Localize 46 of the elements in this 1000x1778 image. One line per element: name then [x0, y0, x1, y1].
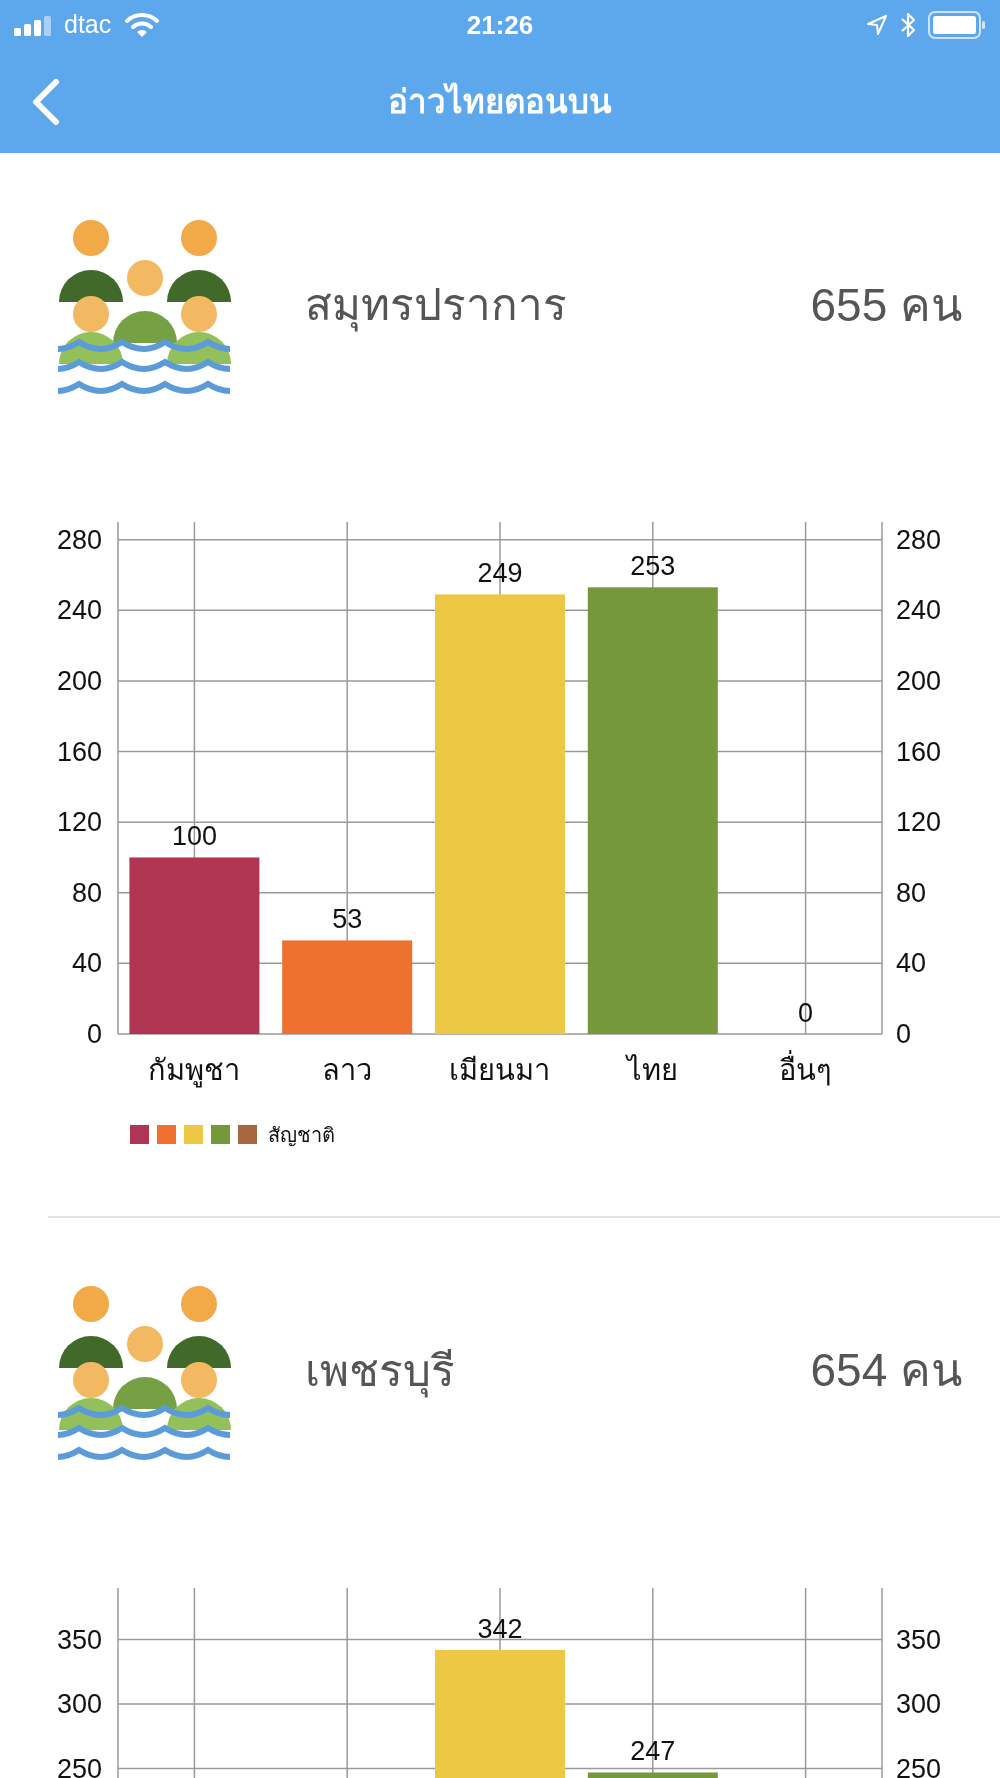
axis-tick-label: 0 [896, 1019, 911, 1049]
battery-icon [928, 11, 986, 39]
category-label: กัมพูชา [148, 1054, 241, 1086]
data-label: 247 [630, 1736, 676, 1767]
legend-label: สัญชาติ [268, 1123, 335, 1149]
axis-tick-label: 200 [896, 665, 941, 696]
axis-tick-label: 160 [896, 736, 941, 767]
axis-tick-label: 300 [56, 1689, 102, 1720]
data-label: 342 [477, 1613, 523, 1644]
axis-tick-label: 40 [896, 948, 926, 979]
axis-tick-label: 280 [896, 524, 941, 555]
data-label: 0 [798, 998, 814, 1028]
category-label: ไทย [627, 1054, 679, 1086]
wifi-icon [125, 13, 160, 37]
category-label: เมียนมา [449, 1054, 551, 1086]
data-label: 53 [332, 904, 363, 935]
axis-tick-label: 250 [56, 1753, 102, 1778]
axis-tick-label: 120 [896, 807, 941, 838]
axis-tick-label: 240 [896, 595, 941, 626]
axis-tick-label: 80 [896, 877, 926, 908]
data-label: 100 [171, 821, 217, 852]
back-chevron-icon [30, 77, 60, 126]
bluetooth-icon [900, 12, 916, 38]
province-name: สมุทรปราการ [305, 272, 567, 338]
carrier-name: dtac [64, 9, 112, 41]
data-label: 253 [630, 551, 676, 582]
axis-tick-label: 80 [72, 877, 102, 908]
page-title: อ่าวไทยตอนบน [388, 81, 612, 122]
data-label: 249 [477, 558, 523, 589]
axis-tick-label: 350 [56, 1624, 102, 1655]
axis-tick-label: 0 [87, 1019, 102, 1049]
province-name: เพชรบุรี [305, 1338, 455, 1404]
axis-tick-label: 160 [57, 736, 102, 767]
people-count: 654 คน [810, 1343, 962, 1399]
category-label: ลาว [322, 1054, 373, 1086]
axis-tick-label: 280 [57, 524, 102, 555]
axis-tick-label: 350 [896, 1624, 942, 1655]
axis-tick-label: 40 [72, 948, 102, 979]
clock-time: 21:26 [466, 8, 534, 42]
people-count: 655 คน [810, 277, 962, 333]
axis-tick-label: 120 [57, 807, 102, 838]
location-arrow-icon [866, 14, 888, 36]
axis-tick-label: 200 [57, 665, 102, 696]
axis-tick-label: 240 [57, 595, 102, 626]
axis-tick-label: 300 [896, 1689, 942, 1720]
axis-tick-label: 250 [896, 1753, 942, 1778]
